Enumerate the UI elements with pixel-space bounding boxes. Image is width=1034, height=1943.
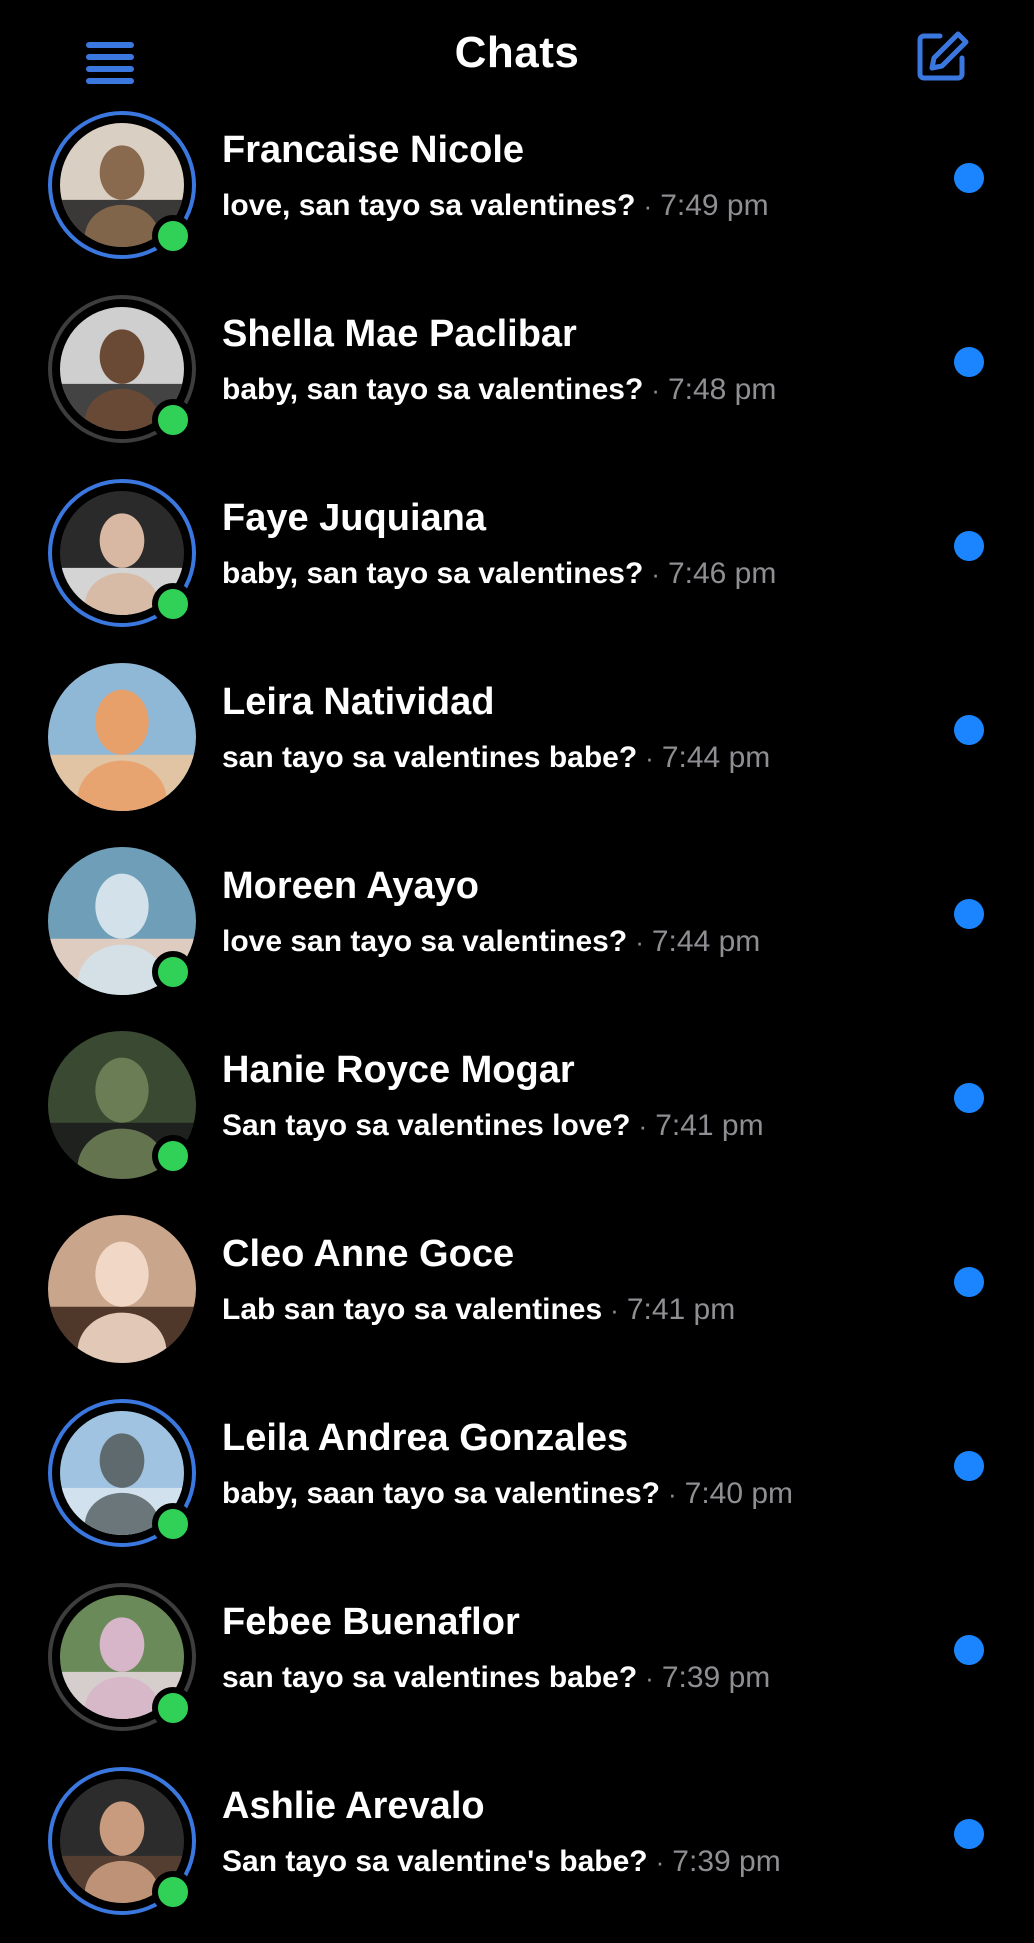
message-preview: love san tayo sa valentines? · 7:44 pm bbox=[222, 925, 760, 959]
chat-row[interactable]: Leira Natividad san tayo sa valentines ba… bbox=[0, 655, 1034, 839]
unread-indicator bbox=[954, 347, 984, 377]
message-preview: san tayo sa valentines babe? · 7:39 pm bbox=[222, 1661, 770, 1695]
message-time: 7:39 pm bbox=[661, 1661, 771, 1694]
message-preview: baby, saan tayo sa valentines? · 7:40 pm bbox=[222, 1477, 793, 1511]
separator-dot: · bbox=[645, 743, 654, 773]
unread-indicator bbox=[954, 1451, 984, 1481]
last-message: love san tayo sa valentines? bbox=[222, 925, 628, 958]
message-time: 7:49 pm bbox=[660, 189, 769, 222]
unread-indicator bbox=[954, 1267, 984, 1297]
avatar[interactable] bbox=[48, 1767, 196, 1915]
message-time: 7:40 pm bbox=[684, 1477, 794, 1510]
unread-indicator bbox=[954, 1083, 984, 1113]
message-preview: baby, san tayo sa valentines? · 7:48 pm bbox=[222, 373, 776, 407]
separator-dot: · bbox=[651, 375, 660, 405]
last-message: Lab san tayo sa valentines bbox=[222, 1293, 603, 1326]
last-message: San tayo sa valentines love? bbox=[222, 1109, 631, 1142]
chat-row[interactable]: Cleo Anne Goce Lab san tayo sa valentines… bbox=[0, 1207, 1034, 1391]
message-preview: baby, san tayo sa valentines? · 7:46 pm bbox=[222, 557, 776, 591]
contact-name: Febee Buenaflor bbox=[222, 1601, 520, 1643]
separator-dot: · bbox=[643, 191, 653, 221]
chat-row[interactable]: Leila Andrea Gonzales baby, saan tayo sa … bbox=[0, 1391, 1034, 1575]
last-message: baby, saan tayo sa valentines? bbox=[222, 1477, 660, 1510]
online-status-dot bbox=[152, 399, 194, 441]
unread-indicator bbox=[954, 531, 984, 561]
contact-name: Francaise Nicole bbox=[222, 129, 525, 171]
chat-row[interactable]: Francaise Nicole love, san tayo sa valent… bbox=[0, 103, 1034, 287]
online-status-dot bbox=[152, 583, 194, 625]
message-time: 7:39 pm bbox=[672, 1845, 781, 1878]
message-preview: love, san tayo sa valentines? · 7:49 pm bbox=[222, 189, 769, 223]
avatar[interactable] bbox=[48, 479, 196, 627]
message-time: 7:41 pm bbox=[655, 1109, 764, 1142]
last-message: san tayo sa valentines babe? bbox=[222, 1661, 638, 1694]
chat-row[interactable]: Shella Mae Paclibar baby, san tayo sa val… bbox=[0, 287, 1034, 471]
online-status-dot bbox=[152, 951, 194, 993]
message-preview: San tayo sa valentines love? · 7:41 pm bbox=[222, 1109, 764, 1143]
compose-icon[interactable] bbox=[914, 28, 970, 84]
chat-row[interactable]: Faye Juquiana baby, san tayo sa valentine… bbox=[0, 471, 1034, 655]
online-status-dot bbox=[152, 1871, 194, 1913]
unread-indicator bbox=[954, 715, 984, 745]
avatar[interactable] bbox=[48, 1399, 196, 1547]
online-status-dot bbox=[152, 1687, 194, 1729]
contact-name: Shella Mae Paclibar bbox=[222, 313, 577, 355]
message-preview: Lab san tayo sa valentines · 7:41 pm bbox=[222, 1293, 735, 1327]
message-time: 7:46 pm bbox=[667, 557, 777, 590]
separator-dot: · bbox=[655, 1847, 665, 1877]
online-status-dot bbox=[152, 215, 194, 257]
separator-dot: · bbox=[645, 1663, 654, 1693]
last-message: san tayo sa valentines babe? bbox=[222, 741, 638, 774]
avatar[interactable] bbox=[48, 663, 196, 811]
chat-row[interactable]: Moreen Ayayo love san tayo sa valentines?… bbox=[0, 839, 1034, 1023]
top-bar: Chats bbox=[0, 0, 1034, 118]
profile-photo bbox=[48, 1215, 196, 1363]
separator-dot: · bbox=[651, 559, 660, 589]
page-title: Chats bbox=[454, 28, 580, 77]
contact-name: Moreen Ayayo bbox=[222, 865, 479, 907]
online-status-dot bbox=[152, 1503, 194, 1545]
separator-dot: · bbox=[667, 1479, 677, 1509]
contact-name: Faye Juquiana bbox=[222, 497, 486, 539]
last-message: love, san tayo sa valentines? bbox=[222, 189, 636, 222]
chat-row[interactable]: Febee Buenaflor san tayo sa valentines ba… bbox=[0, 1575, 1034, 1759]
avatar[interactable] bbox=[48, 1583, 196, 1731]
avatar[interactable] bbox=[48, 847, 196, 995]
unread-indicator bbox=[954, 1819, 984, 1849]
contact-name: Ashlie Arevalo bbox=[222, 1785, 485, 1827]
unread-indicator bbox=[954, 899, 984, 929]
separator-dot: · bbox=[638, 1111, 648, 1141]
last-message: baby, san tayo sa valentines? bbox=[222, 557, 644, 590]
separator-dot: · bbox=[610, 1295, 619, 1325]
avatar[interactable] bbox=[48, 1215, 196, 1363]
last-message: San tayo sa valentine's babe? bbox=[222, 1845, 648, 1878]
message-time: 7:44 pm bbox=[661, 741, 771, 774]
message-preview: San tayo sa valentine's babe? · 7:39 pm bbox=[222, 1845, 781, 1879]
message-time: 7:48 pm bbox=[667, 373, 777, 406]
avatar[interactable] bbox=[48, 1031, 196, 1179]
message-time: 7:44 pm bbox=[651, 925, 761, 958]
avatar[interactable] bbox=[48, 295, 196, 443]
chat-row[interactable]: Hanie Royce Mogar San tayo sa valentines … bbox=[0, 1023, 1034, 1207]
avatar[interactable] bbox=[48, 111, 196, 259]
contact-name: Leira Natividad bbox=[222, 681, 495, 723]
contact-name: Leila Andrea Gonzales bbox=[222, 1417, 629, 1459]
last-message: baby, san tayo sa valentines? bbox=[222, 373, 644, 406]
unread-indicator bbox=[954, 163, 984, 193]
unread-indicator bbox=[954, 1635, 984, 1665]
message-time: 7:41 pm bbox=[626, 1293, 736, 1326]
chat-row[interactable]: Ashlie Arevalo San tayo sa valentine's ba… bbox=[0, 1759, 1034, 1943]
profile-photo bbox=[48, 663, 196, 811]
contact-name: Cleo Anne Goce bbox=[222, 1233, 515, 1275]
message-preview: san tayo sa valentines babe? · 7:44 pm bbox=[222, 741, 770, 775]
contact-name: Hanie Royce Mogar bbox=[222, 1049, 575, 1091]
online-status-dot bbox=[152, 1135, 194, 1177]
separator-dot: · bbox=[635, 927, 644, 957]
